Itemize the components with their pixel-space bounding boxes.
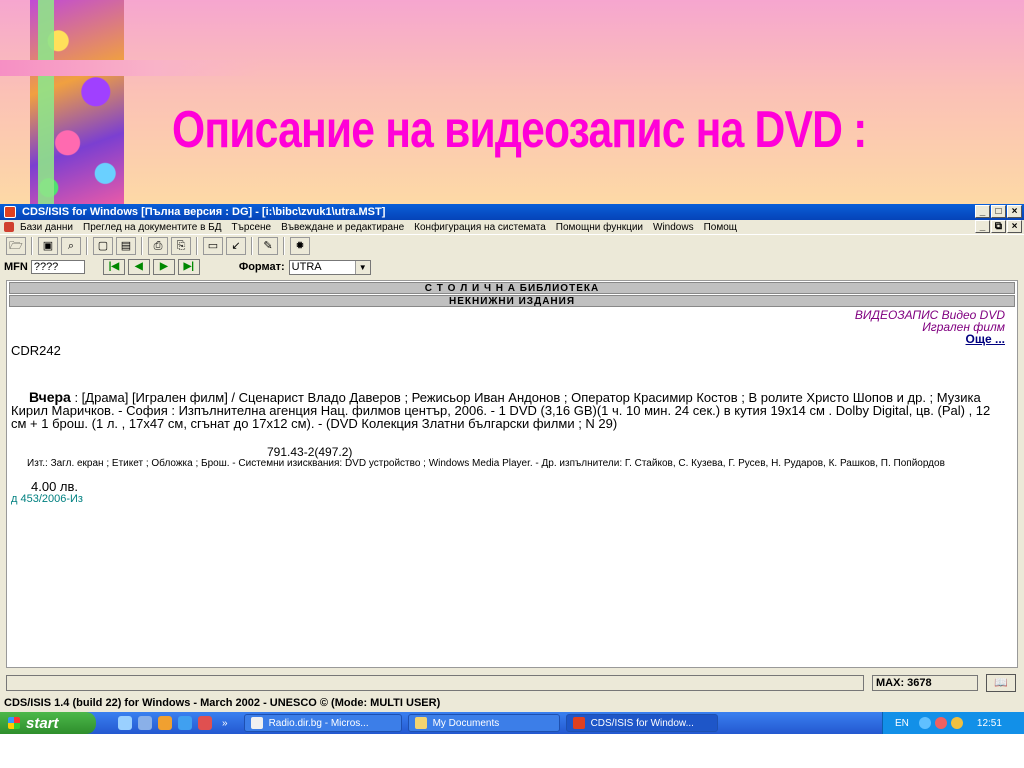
record-description: : [Драма] [Игрален филм] / Сценарист Вла… xyxy=(11,390,991,431)
status-field xyxy=(6,675,864,691)
chevron-down-icon[interactable]: ▼ xyxy=(354,260,370,274)
form-icon[interactable]: ▭ xyxy=(203,237,223,255)
window-title: CDS/ISIS for Windows [Пълна версия : DG]… xyxy=(22,206,386,218)
minimize-button[interactable]: _ xyxy=(975,205,990,218)
menu-windows[interactable]: Windows xyxy=(653,222,694,233)
task-label: Radio.dir.bg - Micros... xyxy=(268,717,369,729)
format-value: UTRA xyxy=(291,261,322,273)
zoom-page-icon[interactable]: ⎙ xyxy=(148,237,168,255)
format-select[interactable]: UTRA ▼ xyxy=(288,259,371,275)
child-minimize-button[interactable]: _ xyxy=(975,220,990,233)
edit-arrow-icon[interactable]: ↙ xyxy=(226,237,246,255)
show-desktop-icon[interactable] xyxy=(118,716,132,730)
menu-config[interactable]: Конфигурация на системата xyxy=(414,222,546,233)
folder-icon xyxy=(414,717,427,729)
child-restore-button[interactable]: ⧉ xyxy=(991,220,1006,233)
task-label: My Documents xyxy=(432,717,500,729)
menu-bar: Бази данни Преглед на документите в БД Т… xyxy=(0,220,1024,234)
binoculars-icon[interactable]: ⌕ xyxy=(61,237,81,255)
open-folder-icon[interactable]: 🗁 xyxy=(6,237,26,255)
toolbar-separator xyxy=(86,237,88,255)
pencil-icon[interactable]: ✎ xyxy=(258,237,278,255)
classification-code: 791.43-2(497.2) xyxy=(267,445,353,459)
language-indicator[interactable]: EN xyxy=(895,718,909,729)
start-label: start xyxy=(26,714,59,732)
last-record-icon[interactable]: ▶| xyxy=(177,259,200,275)
taskbar: start » Radio.dir.bg - Micros... My Docu… xyxy=(0,712,1024,734)
status-bar: MAX: 3678 📖 xyxy=(0,672,1024,694)
menu-utilities[interactable]: Помощни функции xyxy=(556,222,643,233)
app-icon xyxy=(4,206,16,218)
version-info: CDS/ISIS 1.4 (build 22) for Windows - Ma… xyxy=(4,697,441,709)
task-radio-dir[interactable]: Radio.dir.bg - Micros... xyxy=(243,714,402,732)
library-banner: С Т О Л И Ч Н А БИБЛИОТЕКА xyxy=(9,282,1015,294)
more-link[interactable]: Още ... xyxy=(855,333,1005,345)
book-icon[interactable]: 📖 xyxy=(986,674,1016,692)
inventory-number: д 453/2006-Из xyxy=(11,493,83,505)
call-number: CDR242 xyxy=(11,343,61,358)
lightbulb-icon[interactable]: ✹ xyxy=(290,237,310,255)
slide-title: Описание на видеозапис на DVD : xyxy=(172,101,867,159)
record-navigation-bar: MFN |◀ ◀ ▶ ▶| Формат: UTRA ▼ xyxy=(0,257,1024,277)
clock: 12:51 xyxy=(976,717,1002,729)
main-toolbar: 🗁 ▣ ⌕ ▢ ▤ ⎙ ⎘ ▭ ↙ ✎ ✹ xyxy=(0,234,1024,257)
window-titlebar[interactable]: CDS/ISIS for Windows [Пълна версия : DG]… xyxy=(0,204,1024,220)
toolbar-separator xyxy=(141,237,143,255)
record-display: С Т О Л И Ч Н А БИБЛИОТЕКА НЕКНИЖНИ ИЗДА… xyxy=(6,280,1018,668)
max-mfn-field: MAX: 3678 xyxy=(872,675,978,691)
task-cdsisis[interactable]: CDS/ISIS for Window... xyxy=(565,714,718,732)
antivirus-icon[interactable] xyxy=(934,717,947,729)
windows-logo-icon xyxy=(8,717,20,729)
maximize-button[interactable]: □ xyxy=(991,205,1006,218)
menu-help[interactable]: Помощ xyxy=(704,222,737,233)
mfn-label: MFN xyxy=(4,261,28,273)
start-button[interactable]: start xyxy=(0,712,96,734)
print-icon[interactable]: ⎘ xyxy=(171,237,191,255)
previous-record-icon[interactable]: ◀ xyxy=(127,259,150,275)
slide-header: Описание на видеозапис на DVD : xyxy=(0,0,1024,204)
child-close-button[interactable]: × xyxy=(1007,220,1022,233)
record-price: 4.00 лв. xyxy=(31,479,79,494)
menu-browse[interactable]: Преглед на документите в БД xyxy=(83,222,222,233)
quicklaunch-overflow-icon[interactable]: » xyxy=(222,718,228,729)
system-tray: EN 12:51 xyxy=(882,712,1024,734)
record-type: ВИДЕОЗАПИС Видео DVD Игрален филм Още ..… xyxy=(855,309,1005,345)
slide-bottom-margin xyxy=(0,734,1024,768)
decorative-horizontal-bar xyxy=(0,60,260,76)
toolbar-separator xyxy=(31,237,33,255)
ie-icon[interactable] xyxy=(178,716,192,730)
close-button[interactable]: × xyxy=(1007,205,1022,218)
task-my-documents[interactable]: My Documents xyxy=(407,714,560,732)
volume-icon[interactable] xyxy=(950,717,963,729)
save-icon[interactable]: ▣ xyxy=(38,237,58,255)
document-window-icon[interactable] xyxy=(4,222,14,232)
ie-window-icon xyxy=(250,717,263,729)
task-label: CDS/ISIS for Window... xyxy=(590,717,694,729)
menu-edit[interactable]: Въвеждане и редактиране xyxy=(281,222,404,233)
toolbar-separator xyxy=(196,237,198,255)
bibliographic-description: Вчера : [Драма] [Игрален филм] / Сценари… xyxy=(11,390,991,431)
collection-banner: НЕКНИЖНИ ИЗДАНИЯ xyxy=(9,295,1015,307)
menu-search[interactable]: Търсене xyxy=(232,222,272,233)
explorer-icon[interactable] xyxy=(138,716,152,730)
mfn-input[interactable] xyxy=(30,260,85,274)
documents-icon[interactable]: ▤ xyxy=(116,237,136,255)
first-record-icon[interactable]: |◀ xyxy=(102,259,125,275)
toolbar-separator xyxy=(283,237,285,255)
next-record-icon[interactable]: ▶ xyxy=(152,259,175,275)
app-icon xyxy=(572,717,585,729)
menu-databases[interactable]: Бази данни xyxy=(20,222,73,233)
firefox-icon[interactable] xyxy=(158,716,172,730)
format-label: Формат: xyxy=(238,261,285,273)
media-icon[interactable] xyxy=(198,716,212,730)
toolbar-separator xyxy=(251,237,253,255)
cdsisis-window: CDS/ISIS for Windows [Пълна версия : DG]… xyxy=(0,204,1024,712)
record-notes: Изт.: Загл. екран ; Етикет ; Обложка ; Б… xyxy=(27,458,945,469)
document-icon[interactable]: ▢ xyxy=(93,237,113,255)
network-icon[interactable] xyxy=(918,717,931,729)
decorative-vertical-bar xyxy=(38,0,54,204)
